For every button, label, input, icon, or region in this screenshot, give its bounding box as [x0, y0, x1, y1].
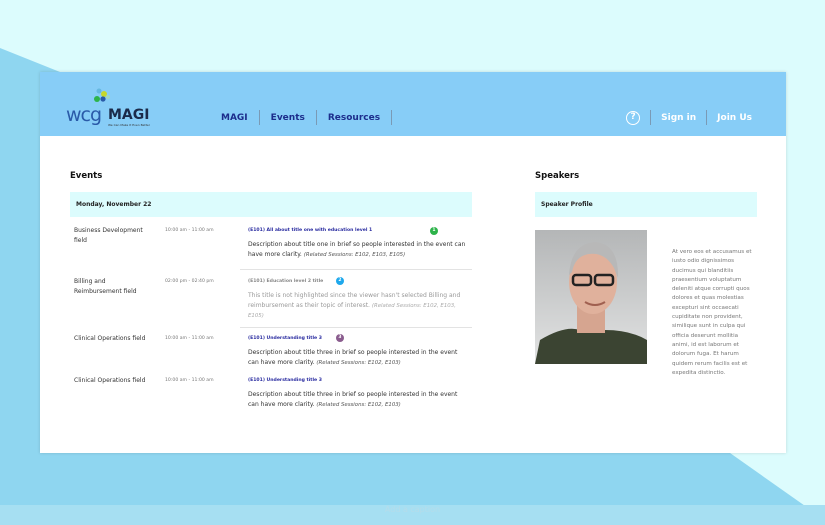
- divider: [240, 269, 472, 270]
- level-badge: 3: [336, 334, 344, 342]
- event-time: 10:00 am - 11:00 am: [165, 378, 214, 383]
- date-band: Monday, November 22: [70, 192, 472, 217]
- caption-placeholder[interactable]: Add a caption: [0, 505, 825, 514]
- event-time: 10:00 am - 11:00 am: [165, 228, 214, 233]
- join-us-link[interactable]: Join Us: [707, 113, 762, 123]
- events-heading: Events: [70, 171, 103, 181]
- speakers-heading: Speakers: [535, 171, 580, 181]
- speaker-profile-band: Speaker Profile: [535, 192, 757, 217]
- speaker-bio: At vero eos et accusamus et iusto odio d…: [672, 249, 752, 376]
- divider: [240, 327, 472, 328]
- event-time: 02:00 pm - 02:40 pm: [165, 279, 214, 284]
- top-header: wcg MAGI We Can Make It Even Better MAGI…: [40, 72, 786, 136]
- related-sessions: (Related Sessions: E102, E103, E105): [303, 252, 406, 258]
- event-title-link[interactable]: (E101) Understanding title 3: [248, 378, 322, 383]
- speaker-photo: [535, 230, 647, 364]
- logo-wcg: wcg: [66, 104, 102, 126]
- event-field: Business Development field: [74, 227, 143, 244]
- logo-tagline: We Can Make It Even Better: [108, 123, 150, 127]
- event-description: This title is not highlighted since the …: [248, 291, 468, 321]
- nav-resources[interactable]: Resources: [317, 113, 391, 123]
- level-badge: 2: [336, 277, 344, 285]
- page-card: wcg MAGI We Can Make It Even Better MAGI…: [40, 72, 786, 453]
- account-nav: ? Sign in Join Us: [626, 110, 762, 125]
- event-time: 10:00 am - 11:00 am: [165, 336, 214, 341]
- related-sessions: (Related Sessions: E102, E103): [316, 402, 401, 408]
- sign-in-link[interactable]: Sign in: [651, 113, 706, 123]
- event-field: Clinical Operations field: [74, 335, 146, 342]
- event-title-link[interactable]: (E101) Understanding title 3: [248, 336, 322, 341]
- event-field: Billing and Reimbursement field: [74, 278, 137, 295]
- level-badge: 1: [430, 227, 438, 235]
- logo-magi: MAGI: [108, 107, 150, 123]
- wcg-magi-logo[interactable]: wcg MAGI We Can Make It Even Better: [66, 88, 156, 128]
- nav-magi[interactable]: MAGI: [210, 113, 259, 123]
- question-circle-icon[interactable]: ?: [626, 110, 641, 125]
- nav-events[interactable]: Events: [260, 113, 316, 123]
- event-title-link[interactable]: (E101) Education level 2 title: [248, 279, 323, 284]
- event-description: Description about title one in brief so …: [248, 240, 468, 260]
- event-field: Clinical Operations field: [74, 377, 146, 384]
- main-nav: MAGI Events Resources: [210, 110, 393, 125]
- event-description: Description about title three in brief s…: [248, 348, 468, 368]
- event-description: Description about title three in brief s…: [248, 390, 468, 410]
- related-sessions: (Related Sessions: E102, E103): [316, 360, 401, 366]
- divider: [391, 110, 393, 125]
- event-title-link[interactable]: (E101) All about title one with educatio…: [248, 228, 372, 233]
